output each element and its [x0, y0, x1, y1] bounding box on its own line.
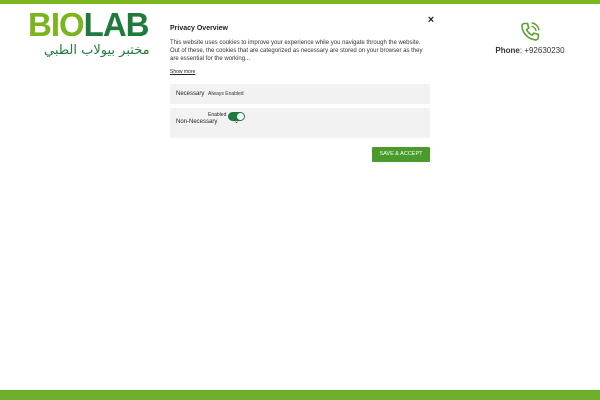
modal-title: Privacy Overview [170, 25, 228, 32]
phone-label: Phone [495, 46, 520, 55]
close-icon[interactable]: × [425, 14, 437, 26]
logo-wordmark: BIOLAB [28, 8, 158, 42]
necessary-row-title: Necessary Always Enabled [176, 91, 244, 97]
always-enabled-label: Always Enabled [208, 91, 244, 97]
non-necessary-cookies-row[interactable]: Enabled Non-Necessary ⌄ [170, 108, 430, 138]
non-necessary-label: Non-Necessary [176, 119, 218, 125]
necessary-cookies-row[interactable]: Necessary Always Enabled [170, 84, 430, 104]
top-accent-bar [0, 0, 600, 4]
save-and-accept-button[interactable]: SAVE & ACCEPT [372, 147, 430, 162]
site-logo[interactable]: BIOLAB مختبر بيولاب الطبي [28, 8, 158, 60]
logo-lab-text: LAB [83, 6, 150, 43]
show-more-link[interactable]: Show more [170, 69, 195, 75]
necessary-label: Necessary [176, 91, 205, 97]
modal-description: This website uses cookies to improve you… [170, 40, 423, 62]
chevron-down-icon[interactable]: ⌄ [234, 119, 239, 126]
logo-bio-text: BIO [28, 6, 85, 43]
toggle-enabled-label: Enabled [208, 112, 227, 118]
phone-contact: Phone: +92630230 [490, 20, 570, 55]
phone-number[interactable]: Phone: +92630230 [490, 46, 570, 55]
phone-value: : +92630230 [519, 46, 565, 55]
bottom-accent-bar [0, 390, 600, 400]
logo-arabic-text: مختبر بيولاب الطبي [44, 43, 150, 58]
privacy-overview-modal: × Privacy Overview This website uses coo… [160, 12, 440, 162]
phone-call-icon [521, 22, 540, 41]
